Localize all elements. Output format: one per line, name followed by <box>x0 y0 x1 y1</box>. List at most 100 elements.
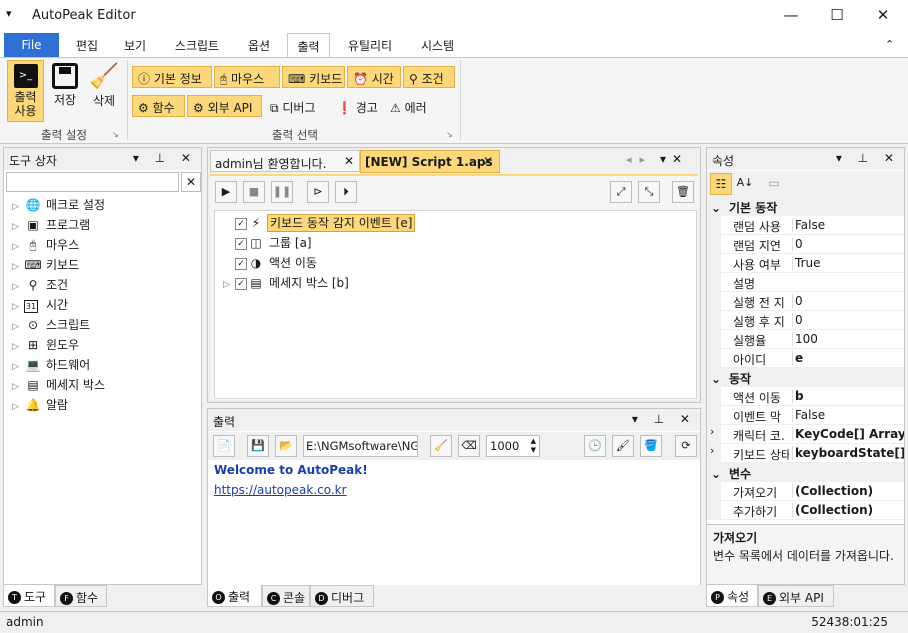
property-row[interactable]: 랜덤 사용 False <box>707 216 904 235</box>
property-row[interactable]: 이벤트 막 False <box>707 406 904 425</box>
toolbox-item[interactable]: ▷ 🔔 알람 <box>12 396 197 416</box>
condition-button[interactable]: ⚲ 조건 <box>403 66 455 88</box>
tab-output[interactable]: O 출력 <box>207 585 262 607</box>
property-row[interactable]: 실행 후 지 0 <box>707 311 904 330</box>
run-selected-icon[interactable]: ⏵ <box>335 181 357 203</box>
log-link[interactable]: https://autopeak.co.kr <box>214 483 347 497</box>
category-toggle-icon[interactable]: ⌄ <box>711 201 729 215</box>
category-toggle-icon[interactable]: ⌄ <box>711 467 729 481</box>
dialog-launcher-icon[interactable]: ↘ <box>446 130 453 139</box>
property-row[interactable]: 아이디 e <box>707 349 904 368</box>
toolbox-item[interactable]: ▷ 🖰 마우스 <box>12 236 197 256</box>
property-value[interactable]: False <box>792 408 904 422</box>
toolbox-item[interactable]: ▷ ▤ 메세지 박스 <box>12 376 197 396</box>
expand-all-icon[interactable]: ⤢ <box>610 181 632 203</box>
menu-view[interactable]: 보기 <box>114 33 156 57</box>
property-row[interactable]: 랜덤 지연 0 <box>707 235 904 254</box>
property-row[interactable]: 실행율 100 <box>707 330 904 349</box>
basic-info-button[interactable]: ⓘ 기본 정보 <box>132 66 212 88</box>
keyboard-button[interactable]: ⌨ 키보드 <box>282 66 345 88</box>
menu-file[interactable]: File <box>4 33 59 57</box>
tab-external-api[interactable]: E 외부 API <box>758 585 834 607</box>
sort-alpha-icon[interactable]: A↓ <box>734 173 756 195</box>
script-node[interactable]: ✓ ◫ 그룹 [a] <box>223 234 314 254</box>
eraser-icon[interactable]: ⌫ <box>458 435 480 457</box>
menu-output[interactable]: 출력 <box>287 33 330 58</box>
refresh-icon[interactable]: ⟳ <box>675 435 697 457</box>
menu-edit[interactable]: 편집 <box>66 33 108 57</box>
property-row[interactable]: 액션 이동 b <box>707 387 904 406</box>
expand-arrow-icon[interactable]: ▷ <box>12 282 24 292</box>
maximize-button[interactable]: ☐ <box>822 6 852 28</box>
property-value[interactable]: False <box>792 218 904 232</box>
toolbox-item[interactable]: ▷ 31 시간 <box>12 296 197 316</box>
tab-debug[interactable]: D 디버그 <box>310 585 374 607</box>
save-button[interactable]: 저장 <box>48 60 82 122</box>
save-log-icon[interactable]: 💾 <box>247 435 269 457</box>
panel-controls[interactable]: ▾ ⊥ ✕ <box>836 151 900 165</box>
fill-icon[interactable]: 🪣 <box>640 435 662 457</box>
brush-icon[interactable]: 🖌 <box>612 435 634 457</box>
property-row[interactable]: › 캐릭터 코. KeyCode[] Array <box>707 425 904 444</box>
time-button[interactable]: ⏰ 시간 <box>347 66 401 88</box>
output-use-button[interactable]: >_ 출력 사용 <box>7 60 44 122</box>
property-value[interactable]: 0 <box>792 313 904 327</box>
property-category[interactable]: ⌄ 변수 <box>707 463 904 482</box>
function-button[interactable]: ⚙ 함수 <box>132 95 185 117</box>
auto-clean-icon[interactable]: 🧹 <box>430 435 452 457</box>
expand-arrow-icon[interactable]: ▷ <box>12 302 24 312</box>
panel-controls[interactable]: ▾ ⊥ ✕ <box>632 412 696 426</box>
tab-scroll-icons[interactable]: ◂▸ <box>626 153 653 166</box>
error-button[interactable]: ⚠ 에러 <box>384 95 436 117</box>
expand-arrow-icon[interactable]: ▷ <box>12 242 24 252</box>
expand-arrow-icon[interactable]: ▷ <box>12 322 24 332</box>
tab-console[interactable]: C 콘솔 <box>262 585 310 607</box>
toolbox-search-input[interactable] <box>6 172 179 192</box>
node-checkbox[interactable]: ✓ <box>235 217 247 230</box>
expand-arrow-icon[interactable]: ▷ <box>223 280 235 290</box>
menu-utility[interactable]: 유틸리티 <box>338 33 402 57</box>
dialog-launcher-icon[interactable]: ↘ <box>112 130 119 139</box>
tab-functions[interactable]: F 함수 <box>55 585 107 607</box>
step-play-icon[interactable]: ⊳ <box>307 181 329 203</box>
collapse-ribbon-icon[interactable]: ⌃ <box>885 38 894 51</box>
node-label[interactable]: 메세지 박스 [b] <box>267 275 351 291</box>
system-menu-icon[interactable]: ▾ <box>6 7 12 20</box>
property-row[interactable]: 실행 전 지 0 <box>707 292 904 311</box>
property-value[interactable]: 0 <box>792 237 904 251</box>
expand-arrow-icon[interactable]: ▷ <box>12 262 24 272</box>
toolbox-item[interactable]: ▷ 🌐 매크로 설정 <box>12 196 197 216</box>
property-value[interactable]: 100 <box>792 332 904 346</box>
close-button[interactable]: ✕ <box>868 6 898 28</box>
toolbox-item[interactable]: ▷ ⌨ 키보드 <box>12 256 197 276</box>
tab-properties[interactable]: P 속성 <box>706 585 758 607</box>
editor-controls[interactable]: ▾✕ <box>660 152 688 166</box>
node-label[interactable]: 그룹 [a] <box>267 235 314 251</box>
property-row[interactable]: 사용 여부 True <box>707 254 904 273</box>
delete-button[interactable]: 🧹 삭제 <box>86 60 122 122</box>
node-checkbox[interactable]: ✓ <box>235 237 247 250</box>
property-pages-icon[interactable]: ▭ <box>763 173 785 195</box>
tab-script[interactable]: [NEW] Script 1.aps ✕ <box>360 150 500 173</box>
property-value[interactable]: b <box>792 389 904 403</box>
category-toggle-icon[interactable]: ⌄ <box>711 372 729 386</box>
panel-controls[interactable]: ▾ ⊥ ✕ <box>133 151 197 165</box>
property-value[interactable]: True <box>792 256 904 270</box>
toolbox-item[interactable]: ▷ ⚲ 조건 <box>12 276 197 296</box>
mouse-button[interactable]: 🖰 마우스 <box>214 66 280 88</box>
expand-arrow-icon[interactable]: ▷ <box>12 402 24 412</box>
menu-system[interactable]: 시스템 <box>410 33 465 57</box>
categorized-icon[interactable]: ☷ <box>710 173 732 195</box>
property-row[interactable]: 가져오기 (Collection) <box>707 482 904 501</box>
property-value[interactable]: KeyCode[] Array <box>792 427 904 441</box>
clear-search-icon[interactable]: ✕ <box>181 172 201 192</box>
script-node[interactable]: ✓ ⚡ 키보드 동작 감지 이벤트 [e] <box>223 214 416 234</box>
node-label[interactable]: 액션 이동 <box>267 255 319 271</box>
close-tab-icon[interactable]: ✕ <box>344 154 354 168</box>
toolbox-item[interactable]: ▷ 💻 하드웨어 <box>12 356 197 376</box>
property-row[interactable]: 추가하기 (Collection) <box>707 501 904 520</box>
clock-icon[interactable]: 🕒 <box>584 435 606 457</box>
property-category[interactable]: ⌄ 동작 <box>707 368 904 387</box>
tab-welcome[interactable]: admin님 환영합니다. ✕ <box>210 150 360 172</box>
script-node[interactable]: ▷ ✓ ▤ 메세지 박스 [b] <box>223 274 351 294</box>
